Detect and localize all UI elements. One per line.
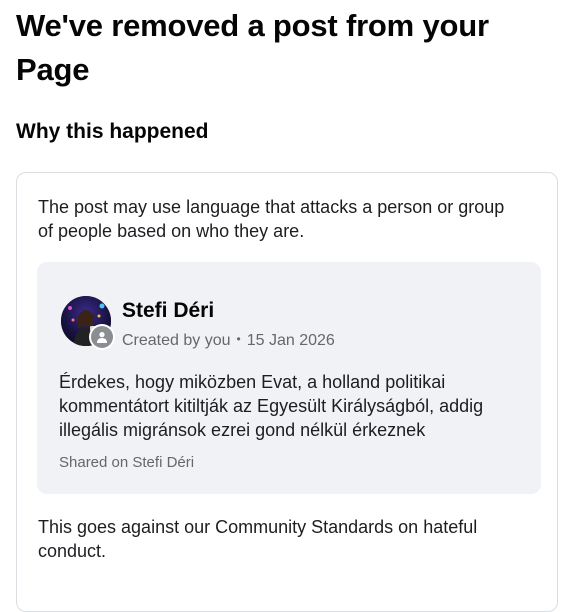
page-title: We've removed a post from your Page: [16, 8, 489, 87]
post-preview[interactable]: Stefi Déri Created by you • 15 Jan 2026 Ér…: [37, 262, 541, 494]
meta-separator: •: [236, 332, 241, 346]
community-standards-text: This goes against our Community Standard…: [38, 517, 478, 561]
author-name[interactable]: Stefi Déri: [122, 298, 214, 324]
person-icon: [91, 326, 113, 348]
reason-text: The post may use language that attacks a…: [38, 197, 505, 241]
author-avatar[interactable]: [61, 296, 115, 350]
post-meta: Created by you • 15 Jan 2026: [122, 328, 335, 352]
post-date[interactable]: 15 Jan 2026: [247, 332, 335, 349]
post-body: Érdekes, hogy miközben Evat, a holland p…: [59, 372, 484, 440]
avatar-badge: [89, 324, 115, 350]
created-by-label: Created by you: [122, 332, 231, 349]
reason-card: The post may use language that attacks a…: [16, 172, 558, 612]
shared-on-label: Shared on Stefi Déri: [59, 454, 195, 471]
section-heading: Why this happened: [16, 120, 209, 143]
